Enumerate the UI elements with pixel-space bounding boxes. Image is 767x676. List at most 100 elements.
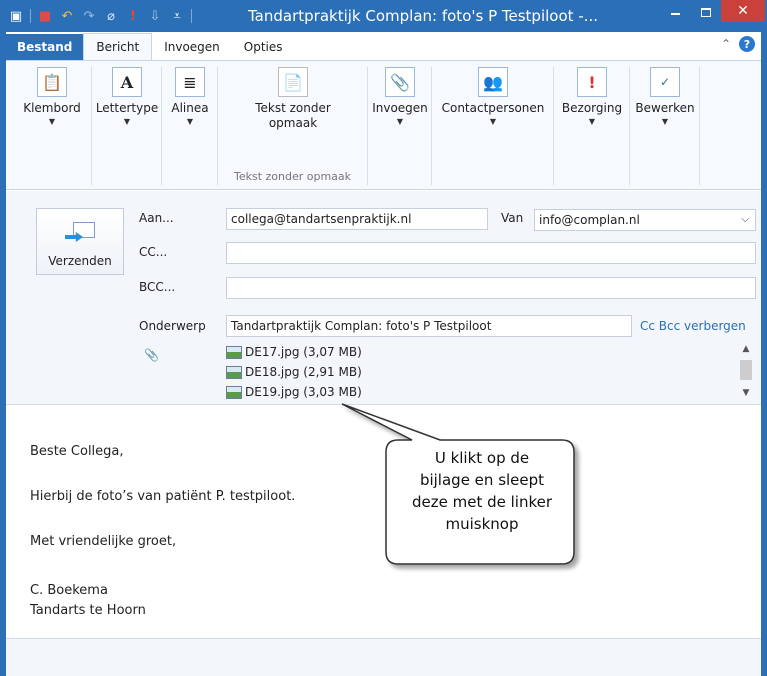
contactpersonen-label: Contactpersonen: [441, 101, 545, 115]
dropdown-arrow-icon: ▼: [489, 117, 497, 126]
tab-bericht[interactable]: Bericht: [83, 33, 153, 60]
body-line: Beste Collega,: [30, 444, 124, 459]
bcc-field[interactable]: [226, 277, 756, 299]
save-icon[interactable]: ■: [37, 7, 53, 25]
subject-field[interactable]: Tandartpraktijk Complan: foto's P Testpi…: [226, 315, 632, 337]
tekst-zonder-opmaak-button[interactable]: 📄 Tekst zonder opmaak: [238, 67, 348, 131]
scroll-down-icon[interactable]: ▼: [737, 386, 755, 400]
contactpersonen-button[interactable]: 👥 Contactpersonen ▼: [436, 67, 550, 126]
group-tekst-zonder-opmaak: 📄 Tekst zonder opmaak Tekst zonder opmaa…: [218, 67, 368, 185]
attachment-item[interactable]: DE17.jpg (3,07 MB): [226, 342, 362, 362]
paragraph-icon: ≣: [175, 67, 205, 97]
image-file-icon: [226, 385, 242, 399]
paperclip-icon: 📎: [385, 67, 415, 97]
to-field[interactable]: collega@tandartsenpraktijk.nl: [226, 208, 488, 230]
lettertype-button[interactable]: A Lettertype ▼: [96, 67, 158, 126]
maximize-button[interactable]: [693, 0, 719, 24]
bezorging-label: Bezorging: [561, 101, 623, 115]
font-icon: A: [112, 67, 142, 97]
ribbon: 📋 Klembord ▼ A Lettertype ▼ ≣ Alinea ▼ 📄…: [6, 60, 761, 190]
callout-line: muisknop: [445, 515, 519, 533]
bewerken-label: Bewerken: [635, 101, 695, 115]
cc-button[interactable]: CC...: [139, 245, 167, 259]
chevron-down-icon: ⌵: [741, 214, 749, 225]
group-alinea: ≣ Alinea ▼: [162, 67, 218, 185]
klembord-label: Klembord: [23, 101, 81, 115]
image-file-icon: [226, 345, 242, 359]
clipboard-icon: 📋: [37, 67, 67, 97]
redo-icon[interactable]: ↷: [81, 7, 97, 25]
callout-line: deze met de linker: [411, 493, 553, 511]
dropdown-arrow-icon: ▼: [123, 117, 131, 126]
attachment-list: DE17.jpg (3,07 MB) DE18.jpg (2,91 MB) DE…: [226, 342, 756, 406]
dropdown-arrow-icon: ▼: [186, 117, 194, 126]
plain-text-icon: 📄: [278, 67, 308, 97]
dropdown-arrow-icon: ▼: [396, 117, 404, 126]
message-body[interactable]: Beste Collega, Hierbij de foto’s van pat…: [6, 405, 761, 637]
minimize-icon: [670, 13, 680, 15]
callout-line: bijlage en sleept: [419, 471, 545, 489]
tab-invoegen[interactable]: Invoegen: [152, 34, 232, 60]
invoegen-button[interactable]: 📎 Invoegen ▼: [370, 67, 430, 126]
dropdown-arrow-icon: ▼: [48, 117, 56, 126]
quick-access-toolbar: ▣ ■ ↶ ↷ ⌀ ! ⇩ ⩡: [8, 6, 192, 26]
window-title: Tandartpraktijk Complan: foto's P Testpi…: [248, 7, 599, 25]
callout-text: U klikt op de bijlage en sleept deze met…: [392, 447, 572, 535]
maximize-icon: [701, 7, 711, 17]
outlook-compose-window: ▣ ■ ↶ ↷ ⌀ ! ⇩ ⩡ Tandartpraktijk Complan:…: [0, 0, 767, 676]
attachment-paperclip-icon: 📎: [144, 348, 159, 362]
to-button[interactable]: Aan...: [139, 211, 174, 225]
collapse-ribbon-icon[interactable]: ⌃: [721, 37, 731, 51]
attachment-name: DE19.jpg (3,03 MB): [245, 385, 362, 399]
group-bewerken: ✓ Bewerken ▼: [630, 67, 700, 185]
tab-bestand[interactable]: Bestand: [6, 34, 84, 60]
high-importance-icon[interactable]: !: [125, 7, 141, 25]
importance-icon: !: [577, 67, 607, 97]
from-label: Van: [501, 211, 524, 225]
send-icon: [65, 222, 95, 246]
minimize-button[interactable]: [661, 0, 689, 24]
scroll-up-icon[interactable]: ▲: [737, 342, 755, 356]
low-importance-icon[interactable]: ⇩: [147, 7, 163, 25]
outlook-app-icon[interactable]: ▣: [8, 7, 24, 25]
body-line: Met vriendelijke groet,: [30, 534, 177, 549]
dropdown-arrow-icon: ▼: [661, 117, 669, 126]
alinea-label: Alinea: [171, 101, 209, 115]
attachment-name: DE17.jpg (3,07 MB): [245, 345, 362, 359]
qat-separator: [30, 9, 31, 23]
attachment-scrollbar[interactable]: ▲ ▼: [737, 340, 755, 402]
klembord-button[interactable]: 📋 Klembord ▼: [21, 67, 83, 126]
bezorging-button[interactable]: ! Bezorging ▼: [558, 67, 626, 126]
help-icon[interactable]: ?: [739, 36, 755, 52]
undo-icon[interactable]: ↶: [59, 7, 75, 25]
send-button[interactable]: Verzenden: [36, 208, 124, 275]
hide-cc-bcc-link[interactable]: Cc Bcc verbergen: [640, 319, 746, 333]
group-contactpersonen: 👥 Contactpersonen ▼: [432, 67, 554, 185]
bewerken-button[interactable]: ✓ Bewerken ▼: [634, 67, 696, 126]
ribbon-tabs: Bestand Bericht Invoegen Opties ⌃ ?: [6, 32, 761, 60]
group-invoegen: 📎 Invoegen ▼: [368, 67, 432, 185]
group-caption-tekst-zonder-opmaak: Tekst zonder opmaak: [233, 170, 352, 183]
lettertype-label: Lettertype: [95, 101, 159, 115]
cc-field[interactable]: [226, 242, 756, 264]
attachment-item[interactable]: DE19.jpg (3,03 MB): [226, 382, 362, 402]
close-button[interactable]: ✕: [721, 0, 765, 22]
from-select[interactable]: info@complan.nl ⌵: [534, 209, 756, 231]
attach-file-icon[interactable]: ⌀: [103, 7, 119, 25]
group-lettertype: A Lettertype ▼: [92, 67, 162, 185]
alinea-button[interactable]: ≣ Alinea ▼: [166, 67, 214, 126]
customize-qat-icon[interactable]: ⩡: [169, 7, 185, 25]
bcc-button[interactable]: BCC...: [139, 280, 175, 294]
contacts-icon: 👥: [478, 67, 508, 97]
tab-opties[interactable]: Opties: [232, 34, 295, 60]
image-file-icon: [226, 365, 242, 379]
invoegen-label: Invoegen: [372, 101, 428, 115]
qat-separator-2: [191, 9, 192, 23]
opmaak-label: opmaak: [268, 116, 318, 130]
body-line: C. Boekema: [30, 583, 108, 598]
body-line: Tandarts te Hoorn: [30, 603, 146, 618]
from-value: info@complan.nl: [539, 213, 640, 227]
scroll-thumb[interactable]: [740, 360, 752, 380]
body-line: Hierbij de foto’s van patiënt P. testpil…: [30, 489, 296, 504]
attachment-item[interactable]: DE18.jpg (2,91 MB): [226, 362, 362, 382]
